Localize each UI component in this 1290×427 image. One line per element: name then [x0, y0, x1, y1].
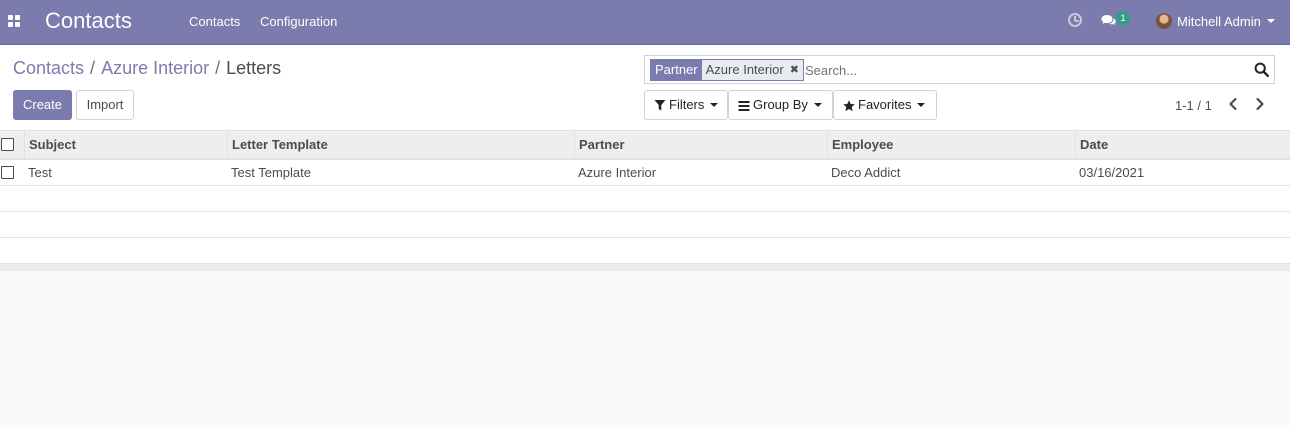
search-icon[interactable]	[1254, 62, 1269, 77]
messages-icon[interactable]	[1101, 14, 1116, 26]
facet-value-text: Azure Interior	[705, 62, 784, 77]
column-subject[interactable]: Subject	[24, 131, 228, 158]
search-facet: Partner Azure Interior ✖	[650, 59, 804, 81]
breadcrumb: Contacts / Azure Interior / Letters	[13, 58, 281, 79]
chevron-left-icon[interactable]	[1226, 96, 1240, 112]
empty-row	[0, 186, 1290, 212]
search-bar: Partner Azure Interior ✖	[644, 55, 1275, 84]
breadcrumb-separator: /	[90, 58, 96, 78]
row-checkbox[interactable]	[1, 166, 14, 179]
cell-date: 03/16/2021	[1079, 165, 1145, 180]
cell-subject: Test	[28, 165, 52, 180]
bars-icon	[738, 100, 750, 111]
column-partner[interactable]: Partner	[574, 131, 828, 158]
control-panel: Contacts / Azure Interior / Letters Create I…	[0, 45, 1290, 131]
chevron-down-icon	[917, 102, 926, 107]
letters-list: Subject Letter Template Partner Employee…	[0, 131, 1290, 271]
messages-count-badge: 1	[1116, 11, 1130, 25]
filter-icon	[654, 100, 666, 111]
menu-contacts[interactable]: Contacts	[189, 14, 240, 29]
activities-clock-icon[interactable]	[1068, 13, 1082, 27]
favorites-dropdown[interactable]: Favorites	[833, 90, 937, 120]
apps-menu-icon[interactable]	[8, 15, 20, 27]
chevron-down-icon	[710, 102, 719, 107]
close-icon[interactable]: ✖	[790, 60, 799, 80]
facet-label: Partner	[651, 60, 702, 80]
menu-configuration[interactable]: Configuration	[260, 14, 337, 29]
pager-value[interactable]: 1-1 / 1	[1175, 98, 1212, 113]
search-input[interactable]	[805, 60, 1245, 80]
table-header: Subject Letter Template Partner Employee…	[0, 131, 1290, 160]
empty-row	[0, 238, 1290, 264]
favorites-label: Favorites	[858, 97, 912, 112]
breadcrumb-azure-interior[interactable]: Azure Interior	[101, 58, 209, 78]
breadcrumb-contacts[interactable]: Contacts	[13, 58, 84, 78]
chevron-down-icon[interactable]	[1267, 19, 1275, 23]
cell-partner: Azure Interior	[578, 165, 657, 180]
breadcrumb-separator: /	[215, 58, 221, 78]
chevron-down-icon	[813, 102, 822, 107]
table-footer	[0, 264, 1290, 271]
empty-row	[0, 212, 1290, 238]
filters-dropdown[interactable]: Filters	[644, 90, 728, 120]
select-all-checkbox[interactable]	[1, 138, 14, 151]
column-letter-template[interactable]: Letter Template	[227, 131, 574, 158]
filters-label: Filters	[669, 97, 705, 112]
cell-employee: Deco Addict	[831, 165, 901, 180]
breadcrumb-current: Letters	[226, 58, 282, 78]
create-button[interactable]: Create	[13, 90, 72, 120]
group-by-label: Group By	[753, 97, 808, 112]
column-employee[interactable]: Employee	[827, 131, 1075, 158]
user-menu[interactable]: Mitchell Admin	[1177, 14, 1261, 29]
table-row[interactable]: Test Test Template Azure Interior Deco A…	[0, 160, 1290, 186]
user-avatar[interactable]	[1156, 13, 1172, 29]
star-icon	[843, 99, 855, 111]
app-title[interactable]: Contacts	[45, 8, 132, 34]
cell-letter-template: Test Template	[231, 165, 311, 180]
top-navbar: Contacts Contacts Configuration 1 Mitche…	[0, 0, 1290, 45]
column-date[interactable]: Date	[1075, 131, 1290, 158]
chevron-right-icon[interactable]	[1253, 96, 1267, 112]
import-button[interactable]: Import	[76, 90, 134, 120]
group-by-dropdown[interactable]: Group By	[728, 90, 833, 120]
facet-value: Azure Interior ✖	[701, 60, 803, 80]
